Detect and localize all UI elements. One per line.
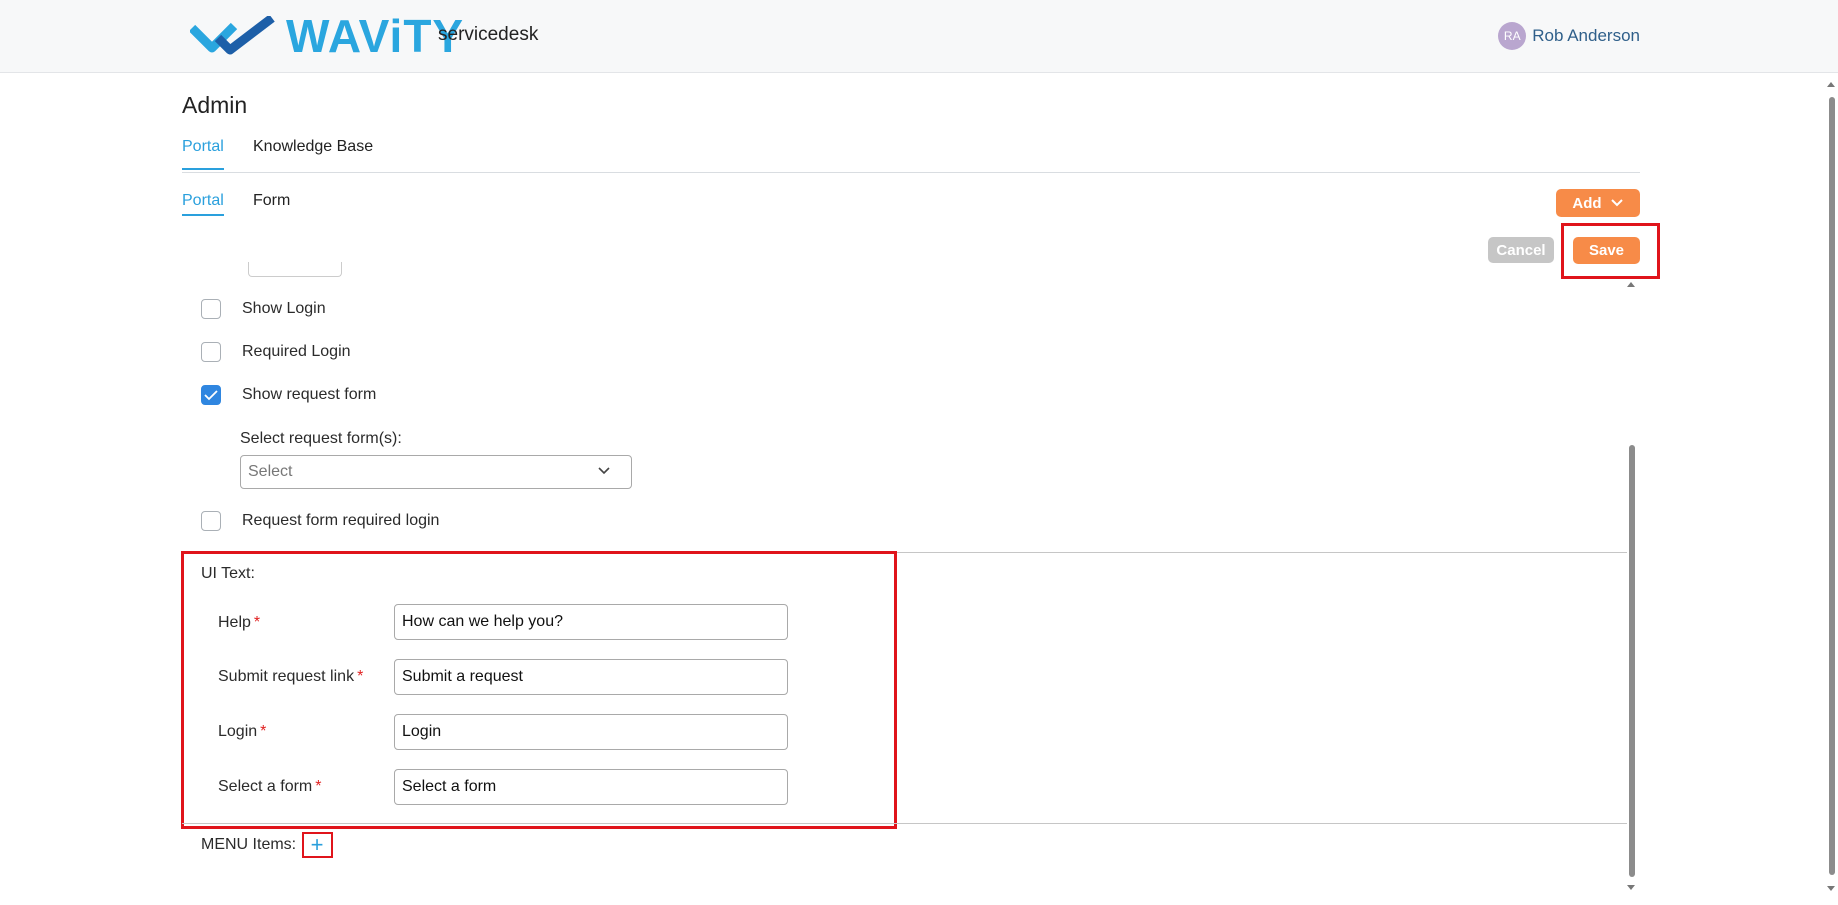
logo-check-icon — [190, 16, 275, 55]
show-login-label: Show Login — [242, 300, 326, 317]
clipped-field — [248, 262, 342, 277]
request-form-required-login-label: Request form required login — [242, 512, 440, 529]
show-request-form-checkbox[interactable] — [201, 385, 221, 405]
select-request-forms-label: Select request form(s): — [240, 430, 402, 447]
menu-items-title: MENU Items: — [201, 836, 297, 853]
user-name[interactable]: Rob Anderson — [1532, 26, 1640, 46]
main-tabs: Portal Knowledge Base — [182, 128, 1640, 173]
show-login-option[interactable]: Show Login — [201, 299, 326, 319]
section-divider — [182, 823, 1627, 824]
subtab-form[interactable]: Form — [253, 192, 290, 214]
required-login-checkbox[interactable] — [201, 342, 221, 362]
panel-scroll-down-icon[interactable] — [1627, 885, 1635, 890]
user-menu[interactable]: RA Rob Anderson — [1498, 22, 1640, 50]
add-button-label: Add — [1572, 194, 1602, 212]
request-form-required-login-option[interactable]: Request form required login — [201, 511, 439, 531]
request-form-select-value: Select — [248, 463, 293, 480]
save-highlight-box — [1561, 223, 1660, 279]
wavity-logo[interactable]: WAViTY — [190, 13, 464, 59]
scroll-up-icon[interactable] — [1827, 82, 1835, 87]
show-request-form-label: Show request form — [242, 386, 377, 403]
page-scroll-thumb[interactable] — [1829, 97, 1835, 875]
cancel-button[interactable]: Cancel — [1488, 237, 1554, 263]
tab-knowledge-base[interactable]: Knowledge Base — [253, 138, 373, 168]
scroll-down-icon[interactable] — [1827, 886, 1835, 891]
top-bar: WAViTY servicedesk RA Rob Anderson — [0, 0, 1838, 73]
subtab-portal[interactable]: Portal — [182, 192, 224, 216]
sub-tabs: Portal Form — [182, 184, 1640, 220]
checkmark-icon — [204, 390, 218, 401]
page-title: Admin — [182, 92, 248, 118]
avatar: RA — [1498, 22, 1527, 50]
required-login-label: Required Login — [242, 343, 351, 360]
tab-portal[interactable]: Portal — [182, 138, 224, 170]
chevron-down-icon — [1610, 199, 1623, 207]
request-form-required-login-checkbox[interactable] — [201, 511, 221, 531]
add-button[interactable]: Add — [1556, 189, 1640, 217]
panel-scroll-up-icon[interactable] — [1627, 282, 1635, 287]
chevron-down-icon — [598, 467, 610, 475]
add-menu-item-highlight-box — [302, 832, 333, 858]
product-name: servicedesk — [438, 24, 539, 45]
panel-scroll-thumb[interactable] — [1629, 445, 1635, 877]
ui-text-highlight-box — [181, 551, 897, 829]
required-login-option[interactable]: Required Login — [201, 342, 351, 362]
show-login-checkbox[interactable] — [201, 299, 221, 319]
show-request-form-option[interactable]: Show request form — [201, 385, 376, 405]
request-form-select[interactable]: Select — [240, 455, 632, 489]
